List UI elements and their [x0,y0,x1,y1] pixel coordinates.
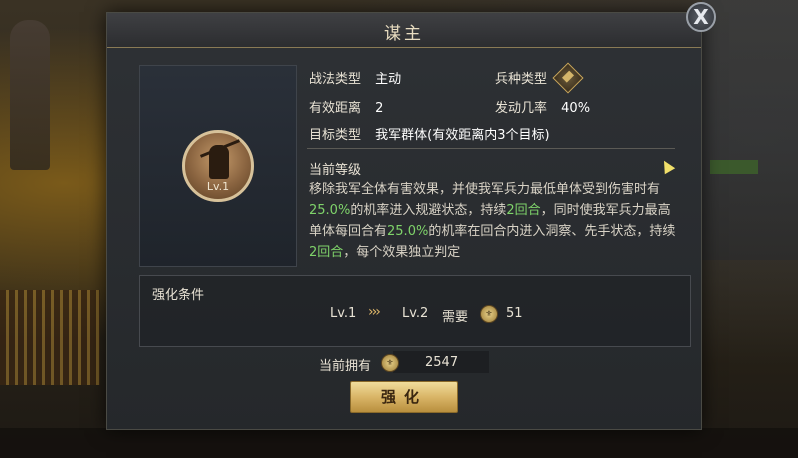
skill-medal-icon: Lv.1 [182,130,254,202]
background-bar [710,160,758,174]
cavalry-icon [552,62,584,94]
highlight-value: 2回合 [309,245,344,260]
highlight-value: 25.0% [387,224,429,239]
to-level: Lv.2 [402,306,429,321]
enhance-button-label: 强化 [380,388,427,406]
enhance-button[interactable]: 强化 [350,381,458,413]
range-value: 2 [375,101,384,116]
background-side-panel [702,0,798,260]
highlight-value: 25.0% [309,203,351,218]
target-type-label: 目标类型 [309,128,362,143]
troop-type-label: 兵种类型 [495,72,548,87]
tactic-point-icon: ⚜ [381,354,399,372]
description-text: 有 [647,182,661,197]
description-text: ，每个效果独立判定 [343,245,461,260]
warrior-silhouette-icon [209,145,229,179]
close-button[interactable]: X [686,2,716,32]
pointer-cursor-icon [658,157,676,175]
enhance-condition-box: 强化条件 Lv.1 ››› Lv.2 需要 ⚜ 51 [139,275,691,347]
owned-value: 2547 [425,355,459,370]
target-type-value: 我军群体(有效距离内3个目标) [375,128,550,143]
dialog-title: 谋主 [384,24,424,44]
need-value: 51 [506,306,523,321]
background-tower [10,20,50,170]
close-icon: X [693,5,709,29]
description-text: 移除我军全体有害效果，并使我军兵力最低单体受到伤害时 [309,182,648,197]
background-window [0,290,100,385]
need-label: 需要 [442,310,469,325]
tactic-point-icon: ⚜ [480,305,498,323]
trigger-rate-value: 40% [561,101,591,116]
level-arrow-icon: ››› [368,304,381,320]
enhance-condition-title: 强化条件 [152,288,205,303]
highlight-value: 2回合 [506,203,541,218]
owned-label: 当前拥有 [319,359,372,374]
info-divider [307,148,675,149]
description-text: 的机率进入规避状态，持续 [350,203,507,218]
current-level-title: 当前等级 [309,163,362,178]
from-level: Lv.1 [330,306,357,321]
description-text: 状态，持续 [610,224,676,239]
description-text: 的机率在回合内进入洞察、先手 [428,224,611,239]
dialog-title-bar: 谋主 [107,13,701,48]
skill-type-value: 主动 [375,72,402,87]
description-text: ，同时使我军兵 [540,203,632,218]
skill-portrait-panel: Lv.1 [139,65,297,267]
skill-level-badge: Lv.1 [206,180,230,193]
range-label: 有效距离 [309,101,362,116]
skill-detail-dialog: 谋主 Lv.1 战法类型 主动 兵种类型 有效距离 2 发动几率 40% 目标类… [106,12,702,430]
trigger-rate-label: 发动几率 [495,101,548,116]
bottom-status-bar [0,428,798,458]
skill-description: 移除我军全体有害效果，并使我军兵力最低单体受到伤害时有25.0%的机率进入规避状… [309,179,681,263]
skill-type-label: 战法类型 [309,72,362,87]
